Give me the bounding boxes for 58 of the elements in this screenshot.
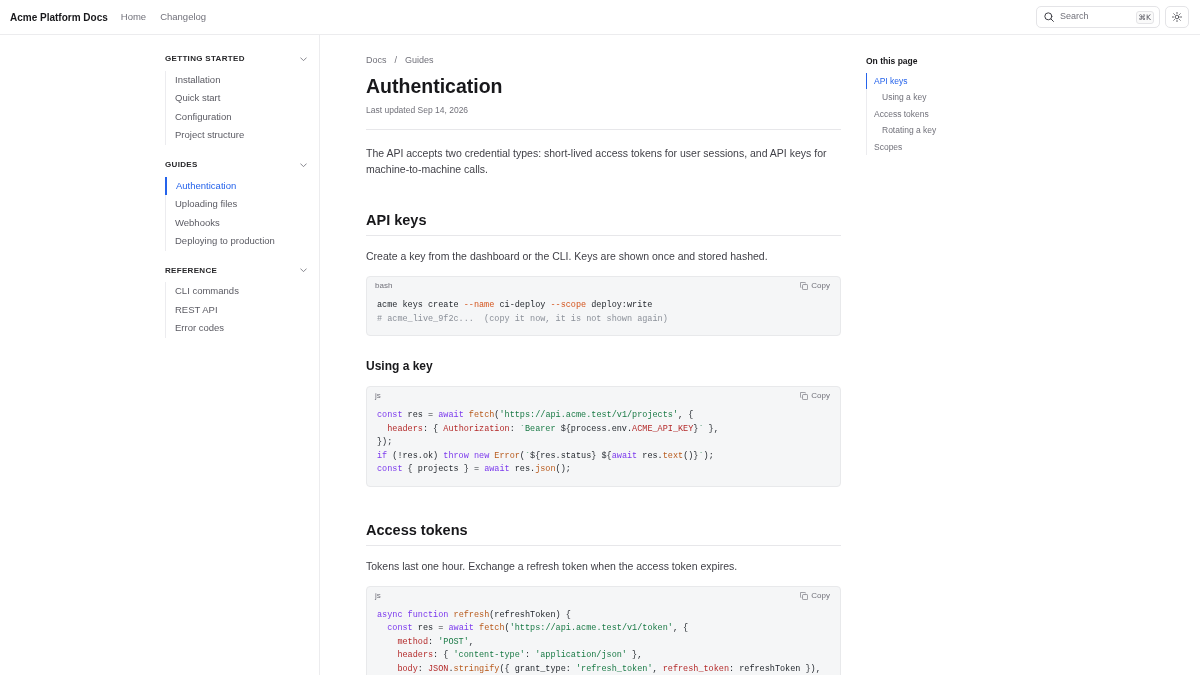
sun-icon bbox=[1172, 12, 1182, 22]
code-language-label: bash bbox=[375, 280, 393, 292]
copy-button[interactable]: Copy bbox=[800, 280, 830, 292]
code-line: const res = await fetch('https://api.acme.test/v1/token', { bbox=[386, 622, 689, 635]
sidebar-item[interactable]: Quick start bbox=[166, 89, 308, 108]
sidebar-item[interactable]: Error codes bbox=[166, 319, 308, 338]
toc-link[interactable]: Access tokens bbox=[867, 105, 929, 123]
sidebar-item[interactable]: Authentication bbox=[165, 176, 308, 195]
code-language-label: js bbox=[375, 390, 381, 402]
last-updated-text: Last updated Sep 14, 2026 bbox=[366, 104, 469, 116]
paragraph: Tokens last one hour. Exchange a refresh token when the access token expires. bbox=[366, 558, 739, 574]
toc-link[interactable]: Using a key bbox=[867, 89, 927, 106]
code-line: const res = await fetch('https://api.acme.test/v1/projects', { bbox=[377, 409, 694, 422]
code-line: async function refresh(refreshToken) { bbox=[377, 608, 571, 622]
copy-icon bbox=[800, 392, 809, 400]
toc-link[interactable]: Scopes bbox=[867, 138, 903, 156]
code-line: # acme_live_9f2c... (copy it now, it is not shown again) bbox=[377, 312, 668, 326]
code-line: headers: { 'content-type': 'application/json' }, bbox=[396, 649, 643, 662]
copy-icon bbox=[800, 591, 809, 600]
breadcrumb-separator: / bbox=[394, 54, 398, 68]
paragraph: The API accepts two credential types: short-lived access tokens for user sessions, and API keys for machine-to-machine calls. bbox=[366, 146, 828, 177]
breadcrumb-link[interactable]: Docs bbox=[366, 54, 387, 68]
code-line: acme keys create --name ci-deploy --scope deploy:write bbox=[377, 299, 653, 312]
subsection-heading: Using a key bbox=[366, 358, 433, 374]
sidebar-item[interactable]: Project structure bbox=[166, 126, 308, 145]
search-icon bbox=[1044, 12, 1054, 22]
code-line: body: JSON.stringify({ grant_type: 'refresh_token', refresh_token: refreshToken }), bbox=[396, 662, 821, 675]
nav-link[interactable]: Changelog bbox=[160, 9, 207, 25]
sidebar-item[interactable]: Webhooks bbox=[166, 213, 308, 232]
code-line: headers: { Authorization: `Bearer ${process.env.ACME_API_KEY}` }, bbox=[386, 422, 719, 436]
code-line: const { projects } = await res.json(); bbox=[377, 463, 571, 476]
site-logo[interactable]: Acme Platform Docs bbox=[10, 9, 108, 25]
sidebar-item[interactable]: CLI commands bbox=[166, 282, 308, 301]
section-heading: Access tokens bbox=[366, 520, 468, 540]
code-line: if (!res.ok) throw new Error(`${res.status} ${await res.text()}`); bbox=[377, 449, 714, 463]
sidebar-item[interactable]: REST API bbox=[166, 300, 308, 320]
sidebar-item[interactable]: Deploying to production bbox=[166, 232, 308, 251]
copy-icon bbox=[800, 282, 809, 290]
toc-heading: On this page bbox=[866, 55, 918, 67]
copy-button[interactable]: Copy bbox=[800, 390, 830, 402]
section-heading: GETTING STARTED bbox=[165, 53, 245, 65]
sidebar-item[interactable]: Installation bbox=[166, 70, 308, 90]
toc-link[interactable]: Rotating a key bbox=[867, 122, 937, 139]
toc-link[interactable]: API keys bbox=[866, 72, 908, 90]
code-language-label: js bbox=[375, 589, 381, 602]
theme-button[interactable] bbox=[1165, 6, 1189, 28]
code-line: method: 'POST', bbox=[396, 635, 474, 649]
sidebar-item[interactable]: Configuration bbox=[166, 107, 308, 127]
section-heading: REFERENCE bbox=[165, 264, 218, 277]
breadcrumb-link[interactable]: Guides bbox=[405, 54, 434, 68]
paragraph: Create a key from the dashboard or the CLI. Keys are shown once and stored hashed. bbox=[366, 249, 769, 264]
sidebar-item[interactable]: Uploading files bbox=[166, 195, 308, 214]
copy-button[interactable]: Copy bbox=[800, 589, 830, 602]
section-heading: GUIDES bbox=[165, 158, 198, 171]
section-heading: API keys bbox=[366, 211, 427, 230]
nav-link[interactable]: Home bbox=[120, 9, 147, 25]
page-title: Authentication bbox=[366, 74, 503, 98]
code-line: }); bbox=[377, 436, 393, 449]
